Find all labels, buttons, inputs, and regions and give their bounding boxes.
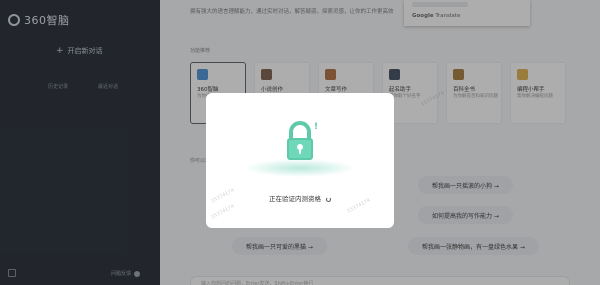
watermark: 15374174 <box>210 203 236 221</box>
svg-text:!: ! <box>314 122 318 132</box>
status-message: 正在验证内测资格 <box>206 193 394 203</box>
verification-dialog: ! 15374174 15374174 15374174 正在验证内测资格 <box>206 93 394 228</box>
loading-spinner-icon <box>326 196 332 202</box>
status-text: 正在验证内测资格 <box>268 195 321 203</box>
lock-icon: ! <box>287 121 318 160</box>
